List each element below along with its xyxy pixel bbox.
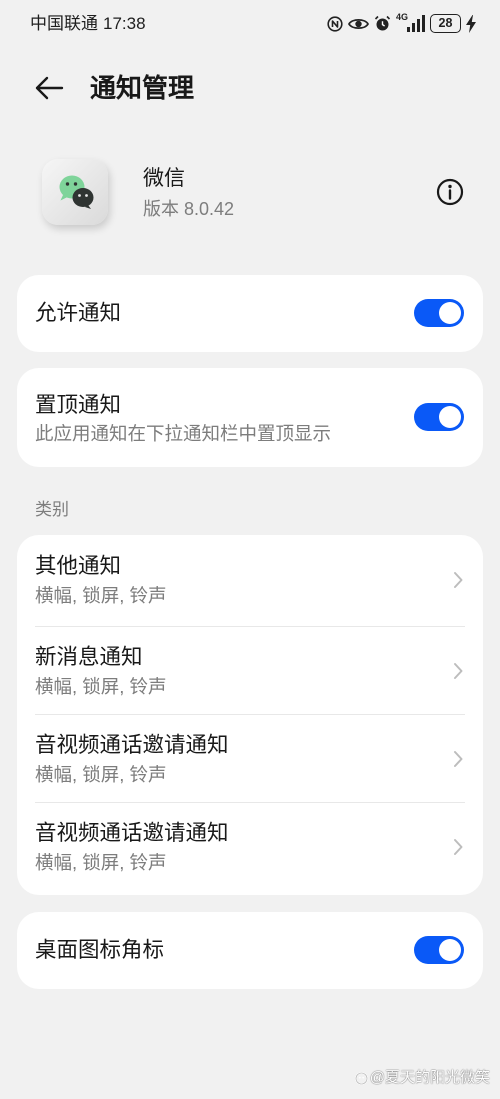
chevron-right-icon xyxy=(454,751,463,767)
badge-label: 桌面图标角标 xyxy=(35,938,165,962)
info-icon xyxy=(436,178,464,206)
back-button[interactable] xyxy=(26,66,72,110)
category-summary: 横幅, 锁屏, 铃声 xyxy=(35,852,167,873)
page-title: 通知管理 xyxy=(90,73,195,103)
chevron-right-icon xyxy=(454,839,463,855)
category-summary: 横幅, 锁屏, 铃声 xyxy=(35,676,167,697)
category-title: 音视频通话邀请通知 xyxy=(35,821,229,845)
status-time: 17:38 xyxy=(103,14,146,33)
alarm-icon xyxy=(374,15,391,31)
toggle-knob xyxy=(439,406,461,428)
status-bar-left: 中国联通 17:38 xyxy=(30,13,146,35)
carrier-name: 中国联通 xyxy=(30,14,98,33)
chevron-right-icon xyxy=(454,663,463,679)
eye-icon xyxy=(348,18,369,30)
pin-notifications-toggle[interactable] xyxy=(414,403,464,431)
app-version: 版本 8.0.42 xyxy=(143,199,235,219)
badge-toggle[interactable] xyxy=(414,936,464,964)
signal-icon xyxy=(407,15,425,32)
badge-card: 桌面图标角标 xyxy=(17,912,483,989)
category-title: 其他通知 xyxy=(35,554,122,578)
category-item[interactable]: 音视频通话邀请通知 横幅, 锁屏, 铃声 xyxy=(17,714,483,802)
allow-notifications-label: 允许通知 xyxy=(35,301,122,325)
allow-notifications-toggle[interactable] xyxy=(414,299,464,327)
status-bar: 中国联通 17:38 4G 28 xyxy=(0,0,500,50)
toggle-knob xyxy=(439,939,461,961)
nfc-icon xyxy=(327,16,343,32)
charging-icon xyxy=(466,15,476,33)
category-summary: 横幅, 锁屏, 铃声 xyxy=(35,585,167,606)
category-item[interactable]: 音视频通话邀请通知 横幅, 锁屏, 铃声 xyxy=(17,802,483,895)
chevron-right-icon xyxy=(454,572,463,588)
allow-notifications-card: 允许通知 xyxy=(17,275,483,352)
category-title: 新消息通知 xyxy=(35,645,143,669)
watermark: @夏天的阳光微笑 xyxy=(354,1068,490,1088)
category-item[interactable]: 新消息通知 横幅, 锁屏, 铃声 xyxy=(17,626,483,714)
app-name: 微信 xyxy=(143,167,185,190)
pin-notifications-card: 置顶通知 此应用通知在下拉通知栏中置顶显示 xyxy=(17,368,483,467)
categories-heading: 类别 xyxy=(35,500,69,519)
pin-notifications-label: 置顶通知 xyxy=(35,393,122,417)
category-title: 音视频通话邀请通知 xyxy=(35,733,229,757)
categories-list: 其他通知 横幅, 锁屏, 铃声 新消息通知 横幅, 锁屏, 铃声 音视频通话邀请… xyxy=(17,535,483,895)
battery-icon: 28 xyxy=(430,14,461,33)
category-summary: 横幅, 锁屏, 铃声 xyxy=(35,764,167,785)
watermark-logo-icon xyxy=(354,1071,368,1085)
toggle-knob xyxy=(439,302,461,324)
app-info-button[interactable] xyxy=(436,178,464,206)
watermark-text: @夏天的阳光微笑 xyxy=(369,1069,490,1086)
wechat-app-icon xyxy=(42,159,108,225)
category-item[interactable]: 其他通知 横幅, 锁屏, 铃声 xyxy=(17,535,483,626)
arrow-left-icon xyxy=(35,76,64,100)
pin-notifications-description: 此应用通知在下拉通知栏中置顶显示 xyxy=(35,423,332,444)
